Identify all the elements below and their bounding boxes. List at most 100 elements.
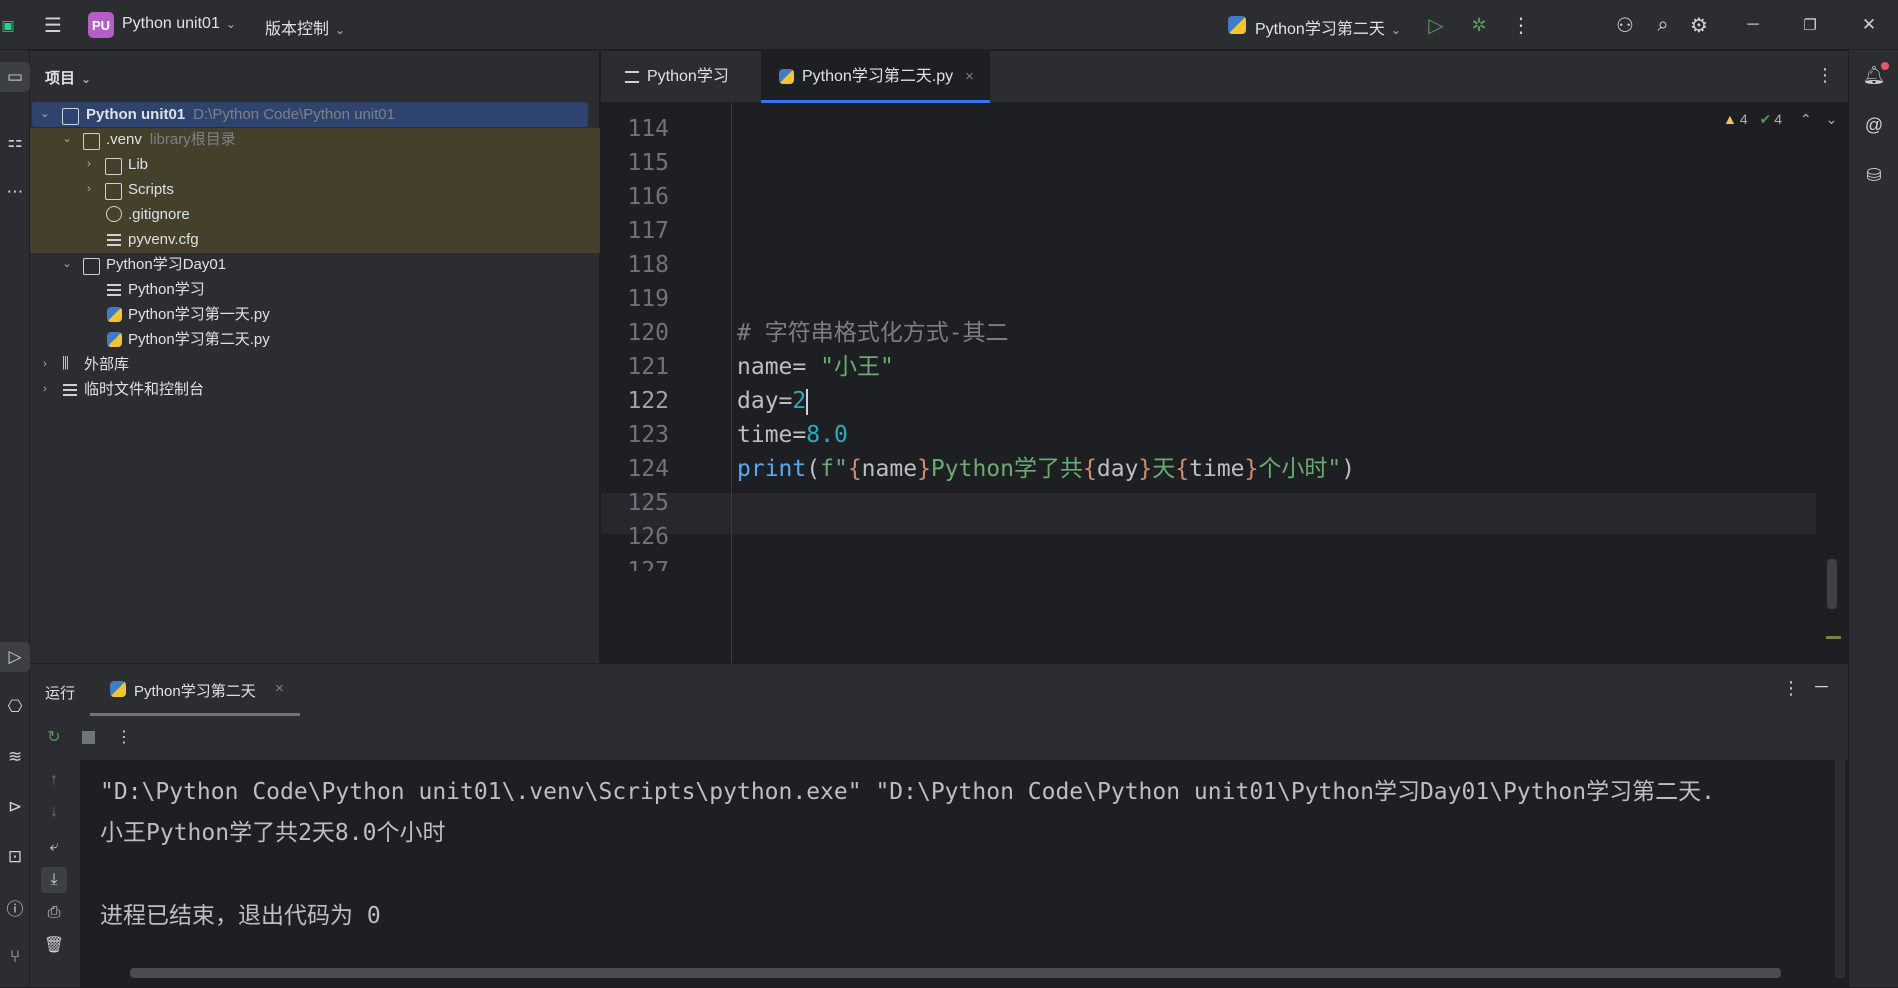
tree-item-label: Scripts bbox=[128, 181, 174, 198]
tree-item-python-study[interactable]: Python学习 bbox=[30, 277, 600, 302]
folder-icon bbox=[105, 158, 122, 175]
scroll-down-icon[interactable]: ↓ bbox=[41, 799, 67, 825]
code-token-string: 个小时" bbox=[1258, 456, 1342, 482]
tree-item-external-libs[interactable]: › ⫼ 外部库 bbox=[30, 352, 600, 377]
chevron-down-icon: ⌄ bbox=[81, 72, 92, 86]
search-icon[interactable]: ⌕ bbox=[1650, 12, 1676, 38]
text-caret bbox=[806, 388, 809, 415]
more-tabs-icon[interactable]: ⋮ bbox=[1816, 65, 1834, 86]
code-token-string: "小王" bbox=[820, 354, 894, 380]
editor-scrollbar[interactable] bbox=[1827, 559, 1837, 609]
project-panel-title[interactable]: 项目 ⌄ bbox=[45, 67, 91, 88]
console-v-scrollbar[interactable] bbox=[1835, 760, 1845, 978]
notification-dot bbox=[1881, 62, 1889, 70]
tree-item-scratches[interactable]: › 临时文件和控制台 bbox=[30, 377, 600, 402]
ai-assistant-icon[interactable]: @ bbox=[1859, 110, 1889, 140]
chevron-down-icon[interactable]: ⌄ bbox=[60, 252, 74, 277]
debug-icon[interactable]: ✲ bbox=[1466, 12, 1492, 38]
project-badge[interactable]: PU bbox=[88, 12, 114, 38]
terminal-icon[interactable]: ⊡ bbox=[0, 842, 30, 872]
run-more-icon[interactable]: ⋮ bbox=[1782, 678, 1800, 699]
run-tab-close-icon[interactable]: × bbox=[275, 680, 284, 697]
chevron-right-icon[interactable]: › bbox=[82, 177, 96, 202]
run-tab[interactable]: Python学习第二天 × bbox=[90, 664, 300, 716]
tree-item-hint: library根目录 bbox=[149, 131, 236, 148]
run-tool-icon[interactable]: ▷ bbox=[0, 642, 30, 672]
tree-item-day2-py[interactable]: Python学习第二天.py bbox=[30, 327, 600, 352]
code-token-brace: } bbox=[917, 456, 931, 482]
run-icon[interactable]: ▷ bbox=[1423, 12, 1449, 38]
chevron-down-icon: ⌄ bbox=[335, 23, 346, 37]
scroll-marker bbox=[1826, 636, 1841, 639]
folder-icon bbox=[105, 183, 122, 200]
services-icon[interactable]: ⊳ bbox=[0, 792, 30, 822]
text-file-icon bbox=[625, 70, 639, 83]
code-area[interactable]: # 字符串格式化方式-其二 name= "小王" day=2 time=8.0 … bbox=[601, 103, 1816, 663]
ignore-file-icon bbox=[106, 206, 122, 222]
tree-item-day1-py[interactable]: Python学习第一天.py bbox=[30, 302, 600, 327]
console-output[interactable]: "D:\Python Code\Python unit01\.venv\Scri… bbox=[80, 760, 1848, 988]
tree-item-venv[interactable]: ⌄ .venv library根目录 bbox=[30, 127, 600, 152]
more-tools-icon[interactable]: ⋯ bbox=[0, 177, 30, 207]
tab-day2-py[interactable]: Python学习第二天.py × bbox=[761, 51, 990, 103]
layers-icon[interactable]: ≋ bbox=[0, 742, 30, 772]
run-config-selector[interactable]: Python学习第二天 ⌄ bbox=[1228, 15, 1401, 39]
tree-item-label: 临时文件和控制台 bbox=[84, 381, 205, 398]
soft-wrap-icon[interactable]: ⤶ bbox=[41, 834, 67, 860]
code-token-var: time bbox=[1189, 456, 1245, 482]
settings-icon[interactable]: ⚙ bbox=[1686, 12, 1712, 38]
hide-panel-icon[interactable]: ─ bbox=[1815, 676, 1828, 697]
code-token-brace: { bbox=[1083, 456, 1097, 482]
app-logo-icon[interactable]: ▣ bbox=[0, 12, 16, 38]
vcs-menu[interactable]: 版本控制 ⌄ bbox=[265, 15, 345, 39]
tree-item-scripts[interactable]: › Scripts bbox=[30, 177, 600, 202]
folder-icon bbox=[83, 258, 100, 275]
chevron-right-icon[interactable]: › bbox=[38, 377, 52, 402]
tree-item-pyvenv[interactable]: pyvenv.cfg bbox=[30, 227, 600, 252]
vcs-label: 版本控制 bbox=[265, 21, 330, 38]
code-token-brace: { bbox=[847, 456, 862, 482]
code-line-print: print(f"{name}Python学了共{day}天{time}个小时") bbox=[737, 449, 1355, 490]
clear-icon[interactable]: 🗑︎ bbox=[41, 932, 67, 958]
python-packages-icon[interactable]: ⎔ bbox=[0, 692, 30, 722]
close-icon[interactable]: ✕ bbox=[1856, 12, 1882, 38]
run-panel: 运行 Python学习第二天 × ⋮ ─ ↻ ⋮ ↑ ↓ ⤶ ⤓ ⎙ 🗑︎ "D… bbox=[30, 663, 1848, 988]
print-icon[interactable]: ⎙ bbox=[41, 900, 67, 926]
minimize-icon[interactable]: ─ bbox=[1740, 12, 1766, 38]
chevron-right-icon[interactable]: › bbox=[38, 352, 52, 377]
rerun-icon[interactable]: ↻ bbox=[41, 724, 67, 750]
git-icon[interactable]: ⑂ bbox=[0, 942, 30, 972]
scroll-up-icon[interactable]: ↑ bbox=[41, 767, 67, 793]
scroll-to-end-icon[interactable]: ⤓ bbox=[41, 867, 67, 893]
tree-item-gitignore[interactable]: .gitignore bbox=[30, 202, 600, 227]
tree-item-label: Python学习第二天.py bbox=[128, 331, 270, 348]
restore-icon[interactable]: ❐ bbox=[1797, 12, 1823, 38]
tree-item-lib[interactable]: › Lib bbox=[30, 152, 600, 177]
chevron-down-icon[interactable]: ⌄ bbox=[38, 102, 52, 127]
add-user-icon[interactable]: ⚇ bbox=[1612, 12, 1638, 38]
tab-close-icon[interactable]: × bbox=[965, 68, 974, 85]
next-highlight-icon[interactable]: ⌄ bbox=[1826, 111, 1838, 127]
structure-tool-icon[interactable]: ⚏ bbox=[0, 127, 30, 157]
tab-python-study[interactable]: Python学习 bbox=[613, 51, 741, 103]
code-token-string: Python学了共 bbox=[930, 456, 1084, 482]
code-token-number: 2 bbox=[792, 388, 807, 414]
project-tool-icon[interactable]: ▭ bbox=[0, 62, 30, 92]
problems-icon[interactable]: ⓘ bbox=[0, 892, 30, 922]
tree-item-label: .venv bbox=[106, 131, 142, 148]
python-file-icon bbox=[107, 332, 122, 347]
hamburger-icon[interactable]: ☰ bbox=[40, 12, 66, 38]
stop-icon[interactable] bbox=[75, 724, 101, 750]
project-selector[interactable]: Python unit01 ⌄ bbox=[122, 15, 236, 33]
chevron-right-icon[interactable]: › bbox=[82, 152, 96, 177]
tree-item-label: Python unit01 bbox=[86, 106, 186, 123]
tree-item-day01[interactable]: ⌄ Python学习Day01 bbox=[30, 252, 600, 277]
tree-item-root[interactable]: ⌄ Python unit01 D:\Python Code\Python uni… bbox=[32, 102, 588, 127]
database-icon[interactable]: ⛁ bbox=[1859, 160, 1889, 190]
tree-item-label: 外部库 bbox=[84, 356, 130, 373]
run-more-actions-icon[interactable]: ⋮ bbox=[111, 724, 137, 750]
console-h-scrollbar[interactable] bbox=[130, 968, 1781, 978]
code-token-paren: ( bbox=[806, 456, 821, 482]
more-icon[interactable]: ⋮ bbox=[1508, 12, 1534, 38]
chevron-down-icon[interactable]: ⌄ bbox=[60, 127, 74, 152]
